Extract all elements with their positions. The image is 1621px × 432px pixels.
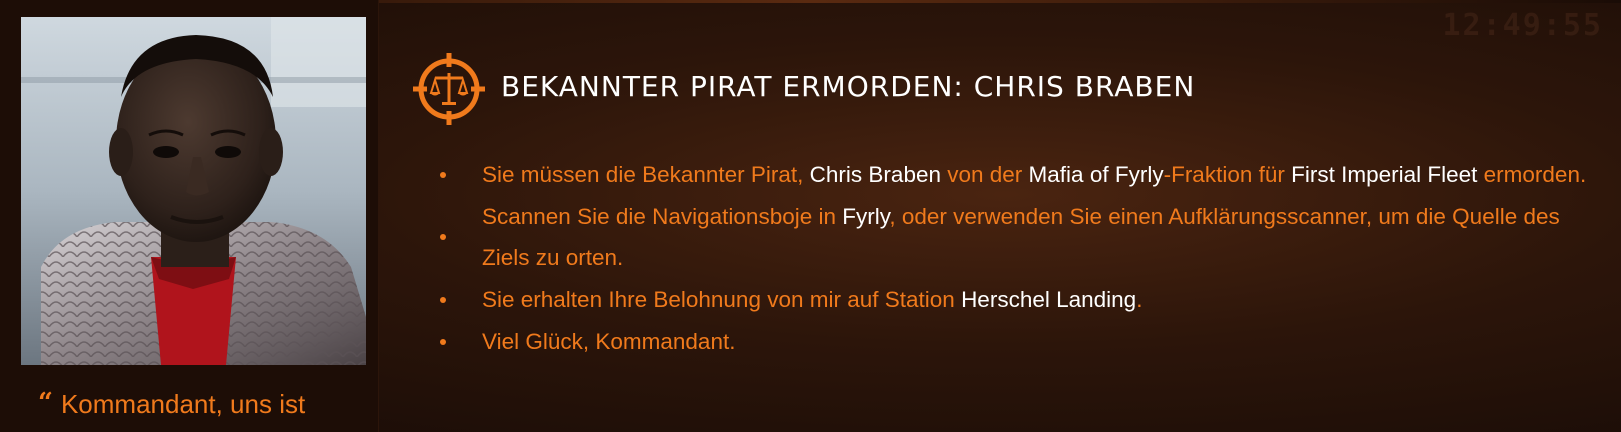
mission-title: BEKANNTER PIRAT ERMORDEN: CHRIS BRABEN xyxy=(501,70,1196,103)
briefing-text: Scannen Sie die Navigationsboje in xyxy=(482,204,843,229)
station-name: Herschel Landing xyxy=(961,287,1137,312)
client-faction-name: First Imperial Fleet xyxy=(1291,162,1478,187)
faction-name: Mafia of Fyrly xyxy=(1028,162,1164,187)
briefing-text: von der xyxy=(940,162,1029,187)
bullet-icon xyxy=(440,338,446,345)
contact-quote: “Kommandant, uns ist xyxy=(38,388,305,420)
bullet-icon xyxy=(440,296,446,303)
quote-text: Kommandant, uns ist xyxy=(60,389,306,419)
briefing-text: Viel Glück, Kommandant. xyxy=(482,329,736,354)
mission-briefing: Sie müssen die Bekannter Pirat, Chris Br… xyxy=(440,154,1600,363)
contact-panel: “Kommandant, uns ist xyxy=(0,0,379,432)
briefing-text: ermorden. xyxy=(1477,162,1587,187)
briefing-text: . xyxy=(1136,287,1143,312)
briefing-item: Sie müssen die Bekannter Pirat, Chris Br… xyxy=(440,154,1600,195)
portrait-illustration xyxy=(21,17,366,365)
quote-icon: “ xyxy=(38,388,53,418)
briefing-text: Sie müssen die Bekannter Pirat, xyxy=(482,162,810,187)
system-name: Fyrly xyxy=(842,204,890,229)
briefing-text: -Fraktion für xyxy=(1163,162,1292,187)
contact-portrait xyxy=(21,17,366,365)
briefing-text: Sie erhalten Ihre Belohnung von mir auf … xyxy=(482,287,962,312)
briefing-item: Scannen Sie die Navigationsboje in Fyrly… xyxy=(440,196,1600,278)
bullet-icon xyxy=(440,171,446,178)
clock-readout: 12:49:55 xyxy=(1442,8,1603,43)
bullet-icon xyxy=(440,234,446,240)
briefing-item: Sie erhalten Ihre Belohnung von mir auf … xyxy=(440,279,1600,320)
assassination-target-icon xyxy=(413,53,485,125)
target-name: Chris Braben xyxy=(809,162,941,187)
briefing-item: Viel Glück, Kommandant. xyxy=(440,321,1600,362)
